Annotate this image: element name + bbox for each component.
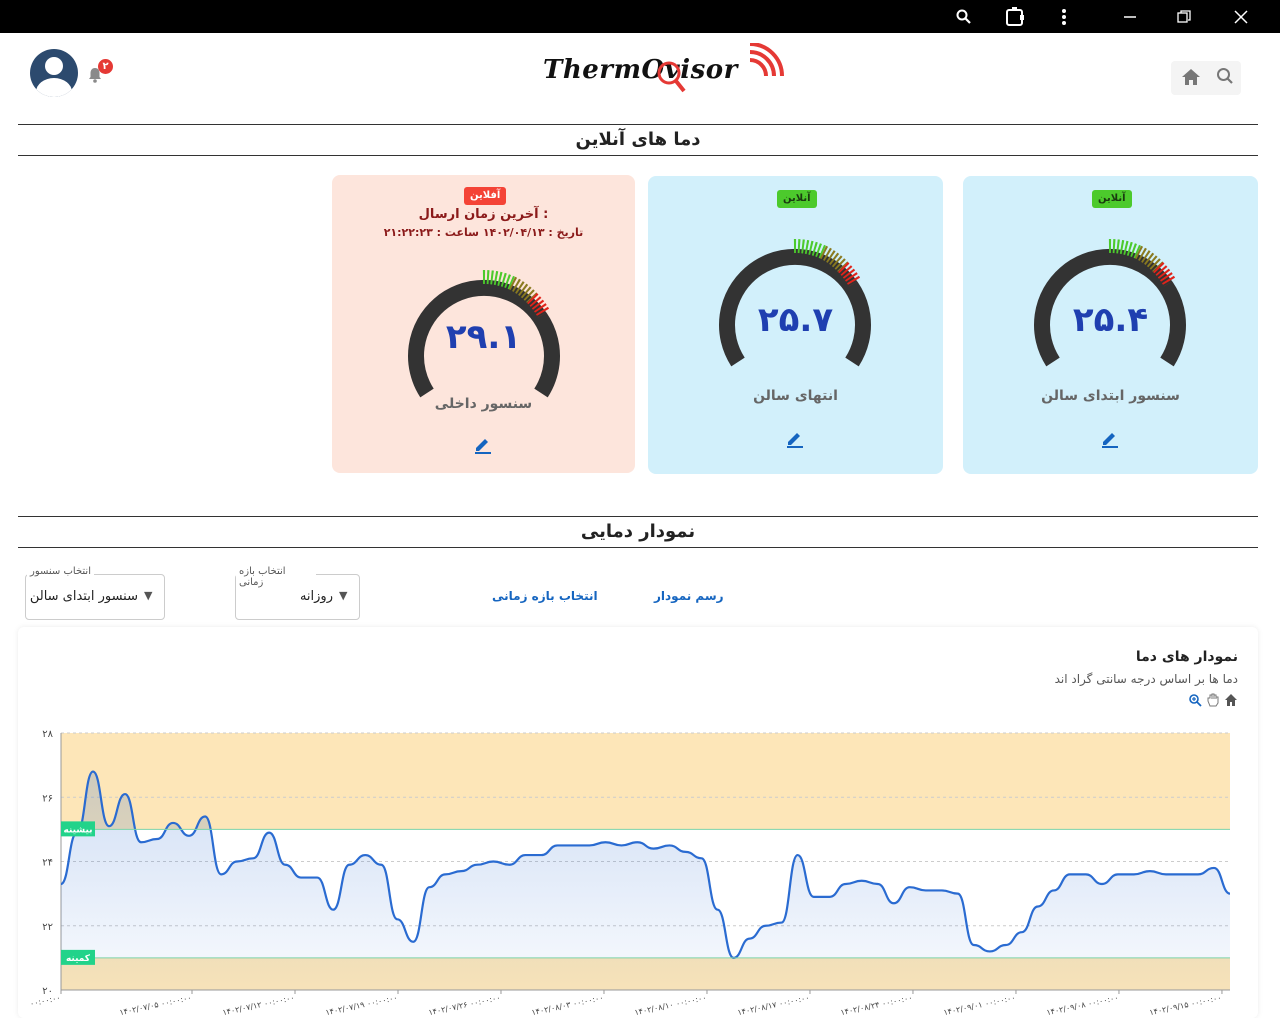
sensor-name: سنسور داخلی: [434, 396, 533, 412]
x-tick-label: ۰۰:۰۰:۰۰: [29, 993, 61, 1008]
x-tick-label: ۱۴۰۲/۰۸/۱۰ ۰۰:۰۰:۰۰: [634, 993, 708, 1017]
x-tick-label: ۱۴۰۲/۰۹/۰۸ ۰۰:۰۰:۰۰: [1046, 993, 1120, 1017]
page: ۲ ThermOvisor دما های آنلاین آنلاین ۲۵.۴…: [0, 33, 1280, 1018]
edit-icon[interactable]: [471, 434, 495, 458]
max-band: [61, 733, 1230, 830]
x-tick-label: ۱۴۰۲/۰۹/۱۵ ۰۰:۰۰:۰۰: [1149, 993, 1223, 1017]
x-tick-label: ۱۴۰۲/۰۸/۰۳ ۰۰:۰۰:۰۰: [531, 993, 605, 1017]
last-send-detail: تاریخ : ۱۴۰۲/۰۴/۱۳ ساعت : ۲۱:۲۲:۲۳: [383, 226, 584, 239]
search-icon[interactable]: [1216, 67, 1234, 90]
sensor-card: آنلاین ۲۵.۷ انتهای سالن: [648, 176, 943, 474]
status-badge: آنلاین: [777, 190, 817, 208]
range-select[interactable]: انتخاب بازه زمانی روزانه ▼: [235, 566, 360, 620]
y-tick-label: ۲۸: [42, 729, 53, 740]
header-actions: [1171, 61, 1241, 95]
minimize-icon[interactable]: [1110, 0, 1150, 33]
close-icon[interactable]: [1221, 0, 1261, 33]
logo-signal-icon: [749, 43, 784, 77]
avatar[interactable]: [30, 49, 78, 97]
x-tick-label: ۱۴۰۲/۰۷/۱۹ ۰۰:۰۰:۰۰: [325, 993, 399, 1017]
notification-count-badge: ۲: [98, 59, 113, 74]
logo-magnifier-icon: [657, 61, 686, 93]
x-tick-label: ۱۴۰۲/۰۸/۲۴ ۰۰:۰۰:۰۰: [840, 993, 914, 1017]
temperature-value: ۲۵.۴: [1072, 300, 1149, 340]
x-axis: ۰۰:۰۰:۰۰ ۱۴۰۲/۰۷/۰۵ ۰۰:۰۰:۰۰ ۱۴۰۲/۰۷/۱۲ ۰۰…: [29, 989, 1230, 1017]
max-limit-label: بیشینه: [63, 825, 92, 835]
sensor-name: انتهای سالن: [753, 388, 838, 404]
chevron-down-icon: ▼: [144, 589, 153, 602]
sensor-card: آنلاین ۲۵.۴ سنسور ابتدای سالن: [963, 176, 1258, 474]
sensor-select[interactable]: انتخاب سنسور سنسور ابتدای سالن ▼: [25, 566, 165, 620]
temperature-chart[interactable]: ۲۰۲۲۲۴۲۶۲۸ ۰۰:۰۰:۰۰ ۱۴۰۲/۰۷/۰۵ ۰۰:۰۰:۰۰ ۱۴…: [18, 627, 1258, 1018]
x-tick-label: ۱۴۰۲/۰۷/۰۵ ۰۰:۰۰:۰۰: [119, 993, 193, 1017]
temperature-value: ۲۹.۱: [445, 317, 522, 357]
x-tick-label: ۱۴۰۲/۰۷/۲۶ ۰۰:۰۰:۰۰: [428, 993, 502, 1017]
draw-chart-button[interactable]: رسم نمودار: [654, 589, 724, 603]
y-axis: ۲۰۲۲۲۴۲۶۲۸: [42, 729, 62, 997]
range-select-label: انتخاب بازه زمانی: [236, 566, 316, 588]
chart-section-title: نمودار دمایی: [18, 516, 1258, 548]
chart-card: نمودار های دما دما ها بر اساس درجه سانتی…: [18, 627, 1258, 1018]
y-tick-label: ۲۶: [42, 793, 53, 804]
sensor-name: سنسور ابتدای سالن: [1041, 388, 1180, 404]
home-icon[interactable]: [1181, 67, 1201, 92]
window-titlebar: [0, 0, 1280, 33]
status-badge: آفلاین: [464, 187, 507, 205]
chevron-down-icon: ▼: [339, 589, 348, 602]
select-range-button[interactable]: انتخاب بازه زمانی: [492, 589, 598, 603]
sensor-select-label: انتخاب سنسور: [27, 566, 94, 577]
app-header: ۲ ThermOvisor: [0, 33, 1280, 121]
y-tick-label: ۲۴: [42, 858, 53, 869]
temperature-value: ۲۵.۷: [757, 300, 834, 340]
online-temps-title: دما های آنلاین: [18, 124, 1258, 156]
notifications-bell-icon[interactable]: ۲: [88, 59, 113, 85]
sensor-select-value: سنسور ابتدای سالن: [29, 589, 138, 604]
x-tick-label: ۱۴۰۲/۰۹/۰۱ ۰۰:۰۰:۰۰: [943, 993, 1017, 1017]
min-limit-label: کمینه: [66, 954, 91, 964]
extension-icon[interactable]: [995, 0, 1035, 33]
more-menu-icon[interactable]: [1044, 0, 1084, 33]
sensor-card-offline: آفلاین آخرین زمان ارسال : تاریخ : ۱۴۰۲/۰…: [332, 175, 635, 473]
x-tick-label: ۱۴۰۲/۰۸/۱۷ ۰۰:۰۰:۰۰: [737, 993, 811, 1017]
app-logo: ThermOvisor: [543, 41, 793, 96]
search-icon[interactable]: [944, 0, 984, 33]
edit-icon[interactable]: [783, 428, 807, 452]
logo-text: ThermOvisor: [543, 55, 738, 85]
range-select-value: روزانه: [299, 589, 333, 604]
y-tick-label: ۲۲: [42, 922, 53, 933]
restore-icon[interactable]: [1164, 0, 1204, 33]
last-send-label: آخرین زمان ارسال :: [418, 207, 549, 222]
edit-icon[interactable]: [1098, 428, 1122, 452]
status-badge: آنلاین: [1092, 190, 1132, 208]
x-tick-label: ۱۴۰۲/۰۷/۱۲ ۰۰:۰۰:۰۰: [222, 993, 296, 1017]
